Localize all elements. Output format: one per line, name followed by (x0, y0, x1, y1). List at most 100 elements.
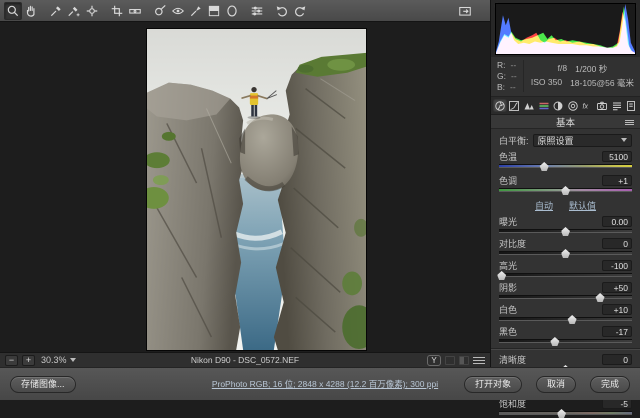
slider-exposure-value[interactable]: 0.00 (602, 216, 632, 227)
preview-settings-icon[interactable] (473, 356, 485, 365)
tab-camera-calibration-icon (596, 100, 608, 112)
adjustment-brush-tool-icon (189, 4, 203, 18)
fullscreen-toggle-button[interactable] (456, 2, 474, 20)
preview-single-icon[interactable] (445, 356, 455, 365)
white-balance-tool-icon (49, 4, 63, 18)
slider-shadows-label: 阴影 (499, 281, 517, 294)
crop-tool-icon (110, 4, 124, 18)
slider-shadows-track[interactable] (499, 295, 632, 299)
slider-blacks: 黑色 -17 (499, 326, 632, 345)
tab-tone-curve[interactable] (508, 99, 522, 112)
spot-removal-tool-icon (153, 4, 167, 18)
photo-preview[interactable] (146, 28, 367, 351)
slider-blacks-label: 黑色 (499, 325, 517, 338)
zoom-in-button[interactable]: + (22, 355, 35, 366)
rgb-readout: R:-- G:-- B:-- (497, 60, 523, 92)
slider-blacks-thumb[interactable] (550, 337, 559, 346)
open-object-button[interactable]: 打开对象 (464, 376, 522, 393)
slider-contrast-thumb[interactable] (561, 249, 570, 258)
canvas-status-bar: − + 30.3% Nikon D90 - DSC_0572.NEF Y (0, 352, 490, 367)
slider-highlights-label: 高光 (499, 259, 517, 272)
tab-presets[interactable] (610, 99, 624, 112)
histogram-section: ▲ ▲ (491, 0, 640, 57)
slider-temperature-thumb[interactable] (540, 162, 549, 171)
slider-contrast: 对比度 0 (499, 238, 632, 257)
color-sampler-tool[interactable] (65, 2, 83, 20)
histogram[interactable] (495, 3, 636, 55)
slider-contrast-label: 对比度 (499, 237, 526, 250)
done-button[interactable]: 完成 (590, 376, 630, 393)
slider-exposure-thumb[interactable] (561, 227, 570, 236)
cancel-button[interactable]: 取消 (536, 376, 576, 393)
slider-clarity-value[interactable]: 0 (602, 354, 632, 365)
white-balance-select[interactable]: 原照设置 (533, 134, 632, 147)
save-image-button[interactable]: 存储图像... (10, 376, 76, 393)
adjustment-brush-tool[interactable] (187, 2, 205, 20)
slider-tint-track[interactable] (499, 188, 632, 192)
tab-tone-curve-icon (508, 100, 520, 112)
slider-highlights-track[interactable] (499, 273, 632, 277)
hand-tool[interactable] (22, 2, 40, 20)
slider-shadows-thumb[interactable] (596, 293, 605, 302)
slider-tint: 色调+1 (499, 175, 632, 195)
before-after-toggle-button[interactable]: Y (427, 355, 441, 366)
red-eye-tool[interactable] (169, 2, 187, 20)
tab-camera-calibration[interactable] (595, 99, 609, 112)
slider-highlights-thumb[interactable] (497, 271, 506, 280)
graduated-filter-tool[interactable] (205, 2, 223, 20)
red-eye-tool-icon (171, 4, 185, 18)
tab-hsl-grayscale[interactable] (537, 99, 551, 112)
tab-snapshots[interactable] (624, 99, 638, 112)
slider-contrast-value[interactable]: 0 (602, 238, 632, 249)
white-balance-tool[interactable] (47, 2, 65, 20)
auto-link[interactable]: 自动 (535, 199, 553, 212)
preview-canvas[interactable] (0, 22, 490, 352)
straighten-tool[interactable] (126, 2, 144, 20)
default-link[interactable]: 默认值 (569, 199, 596, 212)
slider-temperature-track[interactable] (499, 164, 632, 168)
lens-value: 18-105@56 毫米 (570, 77, 634, 89)
slider-whites-thumb[interactable] (568, 315, 577, 324)
zoom-tool[interactable] (4, 2, 22, 20)
slider-highlights-value[interactable]: -100 (602, 260, 632, 271)
crop-tool[interactable] (108, 2, 126, 20)
slider-shadows-value[interactable]: +50 (602, 282, 632, 293)
slider-temperature-value[interactable]: 5100 (602, 151, 632, 162)
rotate-right-tool[interactable] (291, 2, 309, 20)
slider-exposure-track[interactable] (499, 229, 632, 233)
tab-effects[interactable] (581, 99, 595, 112)
tab-lens-corrections[interactable] (566, 99, 580, 112)
slider-whites-track[interactable] (499, 317, 632, 321)
graduated-filter-tool-icon (207, 4, 221, 18)
spot-removal-tool[interactable] (151, 2, 169, 20)
slider-saturation-thumb[interactable] (557, 409, 566, 418)
slider-saturation-track[interactable] (499, 411, 632, 415)
slider-whites-value[interactable]: +10 (602, 304, 632, 315)
preview-split-icon[interactable] (459, 356, 469, 365)
panel-menu-icon[interactable] (625, 119, 634, 126)
section-divider (491, 348, 640, 350)
slider-contrast-track[interactable] (499, 251, 632, 255)
targeted-adjustment-tool[interactable] (83, 2, 101, 20)
zoom-tool-icon (6, 4, 20, 18)
slider-blacks-track[interactable] (499, 339, 632, 343)
zoom-out-button[interactable]: − (5, 355, 18, 366)
rotate-left-tool[interactable] (273, 2, 291, 20)
straighten-tool-icon (128, 4, 142, 18)
panel-tabs (491, 97, 640, 115)
basic-panel-header: 基本 (491, 115, 640, 129)
iso-value: ISO 350 (531, 77, 562, 89)
zoom-level-select[interactable]: 30.3% (41, 355, 76, 365)
workflow-options-link[interactable]: ProPhoto RGB; 16 位; 2848 x 4288 (12.2 百万… (180, 378, 470, 390)
preferences-tool[interactable] (248, 2, 266, 20)
radial-filter-tool[interactable] (223, 2, 241, 20)
tab-split-toning[interactable] (551, 99, 565, 112)
slider-tint-thumb[interactable] (561, 186, 570, 195)
slider-tint-value[interactable]: +1 (602, 175, 632, 186)
tab-basic[interactable] (493, 99, 507, 112)
targeted-adjustment-tool-icon (85, 4, 99, 18)
tab-detail[interactable] (522, 99, 536, 112)
slider-blacks-value[interactable]: -17 (602, 326, 632, 337)
slider-temperature: 色温5100 (499, 151, 632, 171)
slider-shadows: 阴影 +50 (499, 282, 632, 301)
